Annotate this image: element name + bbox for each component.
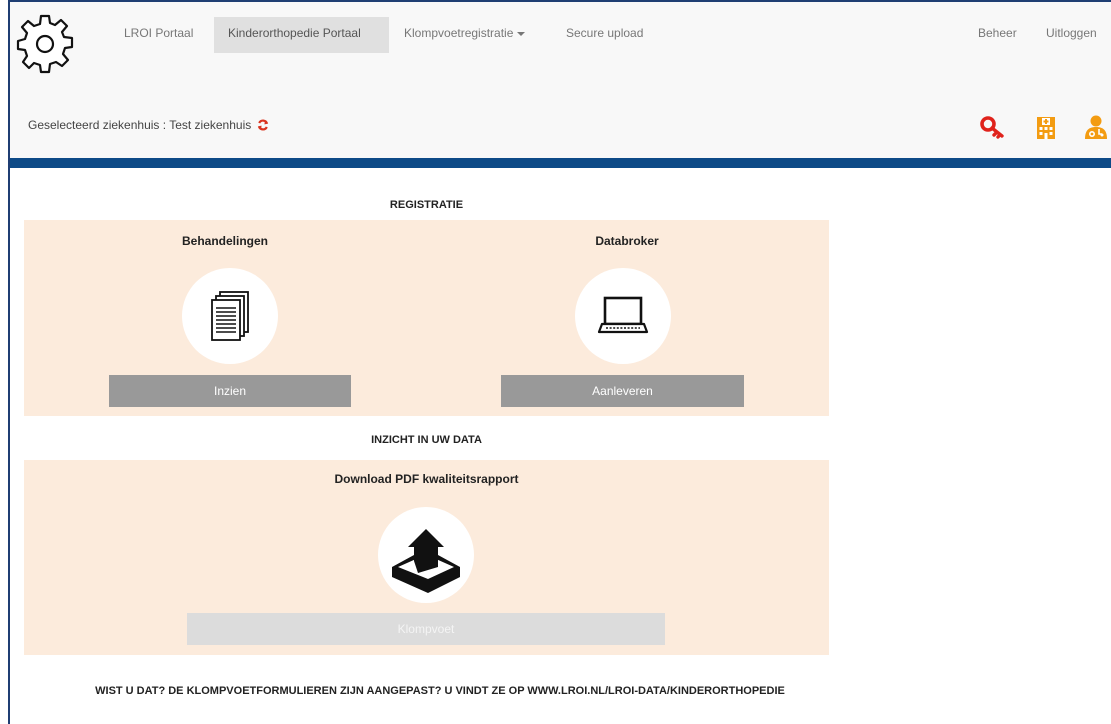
nav-label: Uitloggen (1046, 26, 1097, 40)
hospital-building-icon[interactable] (1034, 114, 1058, 140)
frame-border-top (8, 0, 1111, 2)
aanleveren-button[interactable]: Aanleveren (501, 375, 744, 407)
refresh-icon[interactable] (257, 119, 269, 134)
gear-logo-icon[interactable] (14, 14, 76, 76)
selected-hospital-text: Geselecteerd ziekenhuis : Test ziekenhui… (28, 118, 252, 132)
section-title-registratie: REGISTRATIE (389, 199, 464, 211)
nav-label: Secure upload (566, 26, 644, 40)
header-divider-bar (10, 158, 1111, 168)
card-title-behandelingen: Behandelingen (181, 234, 268, 248)
info-note: WIST U DAT? DE KLOMPVOETFORMULIEREN ZIJN… (95, 685, 785, 697)
nav-lroi-portaal[interactable]: LROI Portaal (110, 17, 207, 53)
nav-label: Kinderorthopedie Portaal (228, 26, 361, 40)
card-title-databroker: Databroker (595, 234, 659, 248)
upload-tray-icon (378, 507, 474, 603)
nav-uitloggen[interactable]: Uitloggen (1032, 17, 1111, 53)
nav-label: LROI Portaal (124, 26, 194, 40)
nav-label: Beheer (978, 26, 1017, 40)
selected-hospital: Geselecteerd ziekenhuis : Test ziekenhui… (28, 118, 269, 134)
nav-klompvoetregistratie-dropdown[interactable]: Klompvoetregistratie (390, 17, 539, 53)
documents-icon (182, 268, 278, 364)
nav-label: Klompvoetregistratie (404, 26, 514, 40)
doctor-user-icon[interactable] (1084, 114, 1108, 140)
caret-down-icon (517, 31, 526, 36)
card-title-download-pdf: Download PDF kwaliteitsrapport (334, 472, 519, 486)
nav-secure-upload[interactable]: Secure upload (552, 17, 657, 53)
key-icon[interactable] (980, 114, 1004, 140)
frame-border-left (8, 0, 10, 724)
nav-kinderorthopedie-portaal[interactable]: Kinderorthopedie Portaal (214, 17, 389, 53)
laptop-icon (575, 268, 671, 364)
klompvoet-button[interactable]: Klompvoet (187, 613, 665, 645)
nav-beheer[interactable]: Beheer (964, 17, 1031, 53)
inzien-button[interactable]: Inzien (109, 375, 351, 407)
section-title-inzicht: INZICHT IN UW DATA (371, 434, 482, 446)
